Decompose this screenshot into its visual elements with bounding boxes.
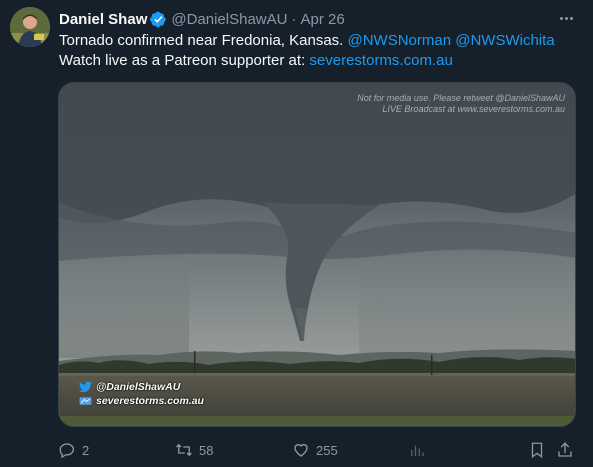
retweet-count: 58 [199,442,214,458]
mention-nwsnorman[interactable]: @NWSNorman [348,32,452,49]
media-overlay-credits: @DanielShawAU severestorms.com.au [79,380,204,408]
watermark-line1: Not for media use. Please retweet @Danie… [357,93,565,103]
avatar-image [10,7,50,47]
retweet-button[interactable]: 58 [175,440,213,460]
tweet-header: Daniel Shaw @DanielShawAU · Apr 26 [59,9,345,29]
twitter-bird-icon [79,381,92,393]
tweet-media-photo[interactable]: Not for media use. Please retweet @Danie… [58,82,576,427]
tweet-date[interactable]: Apr 26 [300,11,344,28]
author-name[interactable]: Daniel Shaw [59,11,147,28]
tornado-photo [59,83,575,426]
author-avatar[interactable] [10,7,50,47]
mention-nwswichita[interactable]: @NWSWichita [455,32,554,49]
like-count: 255 [316,442,338,458]
views-icon [411,445,424,456]
verified-badge-icon[interactable] [150,11,167,28]
reply-icon [59,443,75,459]
reply-button[interactable]: 2 [58,440,89,460]
bookmark-icon [531,442,543,459]
overlay-site-row: severestorms.com.au [79,394,204,408]
tweet-text-line1: Tornado confirmed near Fredonia, Kansas. [59,32,348,49]
watermark-line2: LIVE Broadcast at www.severestorms.com.a… [382,104,565,114]
author-handle[interactable]: @DanielShawAU [171,11,287,28]
share-button[interactable] [556,440,574,460]
tweet-text: Tornado confirmed near Fredonia, Kansas.… [59,31,584,71]
overlay-handle-row: @DanielShawAU [79,380,204,394]
overlay-site: severestorms.com.au [96,395,204,407]
reply-count: 2 [82,442,90,458]
bookmark-button[interactable] [528,440,546,460]
dot [559,16,563,20]
dot [569,16,573,20]
overlay-handle: @DanielShawAU [96,381,181,393]
share-icon [558,442,572,457]
dot [564,16,568,20]
tweet-text-line2: Watch live as a Patreon supporter at: [59,52,310,69]
like-button[interactable]: 255 [292,440,338,460]
site-logo-icon [79,397,92,405]
more-options-icon[interactable] [556,9,576,27]
website-link[interactable]: severestorms.com.au [309,52,452,69]
like-icon [294,444,308,457]
separator-dot: · [291,10,297,28]
media-watermark: Not for media use. Please retweet @Danie… [357,93,565,115]
retweet-icon [176,443,192,457]
tweet-action-bar: 2 58 255 [58,440,578,462]
views-button[interactable] [408,440,426,460]
